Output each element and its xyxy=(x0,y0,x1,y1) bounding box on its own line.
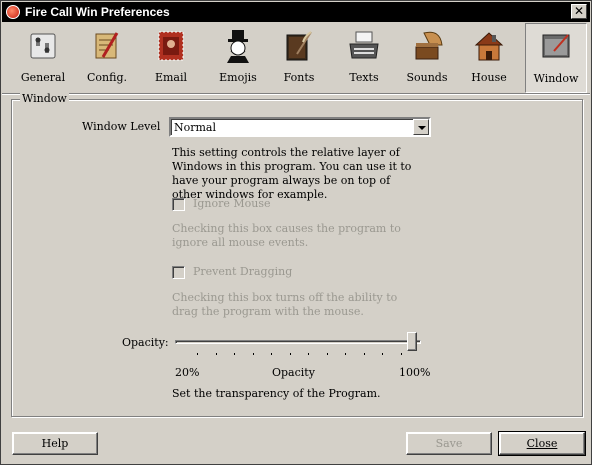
opacity-min-label: 20% xyxy=(175,366,200,379)
window-level-value: Normal xyxy=(174,121,217,134)
slider-tick xyxy=(363,353,365,355)
ignore-mouse-checkbox[interactable] xyxy=(172,198,185,211)
tab-texts[interactable]: Texts xyxy=(335,23,393,93)
tab-email-label: Email xyxy=(154,71,188,84)
ignore-mouse-label: Ignore Mouse xyxy=(193,197,271,210)
chevron-down-icon[interactable] xyxy=(413,119,429,135)
tab-email[interactable]: Email xyxy=(142,23,200,93)
tab-window-label: Window xyxy=(533,72,579,85)
tab-house-label: House xyxy=(471,71,507,84)
tab-emojis[interactable]: Emojis xyxy=(209,23,267,93)
monopoly-man-icon xyxy=(221,29,255,63)
slider-tick xyxy=(252,353,254,355)
window-level-help: This setting controls the relative layer… xyxy=(172,146,412,201)
preferences-toolbar: General Config. Email Emojis Fonts Texts… xyxy=(2,23,590,94)
opacity-max-label: 100% xyxy=(399,366,431,379)
tab-config-label: Config. xyxy=(87,71,127,84)
house-icon xyxy=(472,29,506,63)
tab-sounds-label: Sounds xyxy=(406,71,448,84)
opacity-slider-thumb[interactable] xyxy=(407,332,417,351)
preferences-window: Fire Call Win Preferences ✕ General Conf… xyxy=(0,0,592,465)
slider-tick xyxy=(215,353,217,355)
tab-emojis-label: Emojis xyxy=(219,71,257,84)
tab-general-label: General xyxy=(20,71,66,84)
close-window-button[interactable]: ✕ xyxy=(571,4,587,19)
prevent-dragging-help: Checking this box turns off the ability … xyxy=(172,291,398,318)
slider-tick xyxy=(401,353,402,355)
window-level-label: Window Level xyxy=(82,120,161,133)
tab-fonts[interactable]: Fonts xyxy=(270,23,328,93)
slider-tick xyxy=(382,353,384,355)
slider-tick xyxy=(234,353,236,355)
help-button-label: Help xyxy=(41,437,69,450)
window-title: Fire Call Win Preferences xyxy=(25,5,170,19)
book-quill-icon xyxy=(282,29,316,63)
tab-general[interactable]: General xyxy=(14,23,72,93)
opacity-mid-label: Opacity xyxy=(272,366,315,379)
slider-tick xyxy=(289,353,291,355)
stamp-icon xyxy=(154,29,188,63)
tab-texts-label: Texts xyxy=(349,71,379,84)
close-button-label: Close xyxy=(526,437,558,450)
typewriter-icon xyxy=(347,29,381,63)
gramophone-icon xyxy=(410,29,444,63)
opacity-label: Opacity: xyxy=(122,336,169,349)
opacity-slider-track[interactable] xyxy=(175,340,421,344)
pencil-scroll-icon xyxy=(90,29,124,63)
tab-window[interactable]: Window xyxy=(525,23,587,93)
ignore-mouse-help: Checking this box causes the program to … xyxy=(172,222,401,249)
title-bar[interactable]: Fire Call Win Preferences ✕ xyxy=(2,2,590,22)
slider-tick xyxy=(326,353,328,355)
prevent-dragging-checkbox[interactable] xyxy=(172,266,185,279)
slider-tick xyxy=(308,353,310,355)
opacity-help: Set the transparency of the Program. xyxy=(172,387,381,400)
help-button[interactable]: Help xyxy=(12,432,98,455)
save-button[interactable]: Save xyxy=(406,432,492,455)
slider-tick xyxy=(271,353,273,355)
window-level-select[interactable]: Normal xyxy=(169,117,431,137)
slider-tick xyxy=(197,353,198,355)
slider-tick xyxy=(345,353,347,355)
group-legend: Window xyxy=(20,92,69,105)
save-button-label: Save xyxy=(435,437,463,450)
tab-config[interactable]: Config. xyxy=(78,23,136,93)
tab-house[interactable]: House xyxy=(460,23,518,93)
close-button[interactable]: Close xyxy=(498,431,586,456)
window-icon xyxy=(539,30,573,64)
app-icon xyxy=(6,5,20,19)
prevent-dragging-label: Prevent Dragging xyxy=(193,265,293,278)
tab-fonts-label: Fonts xyxy=(283,71,315,84)
switches-icon xyxy=(26,29,60,63)
tab-sounds[interactable]: Sounds xyxy=(398,23,456,93)
